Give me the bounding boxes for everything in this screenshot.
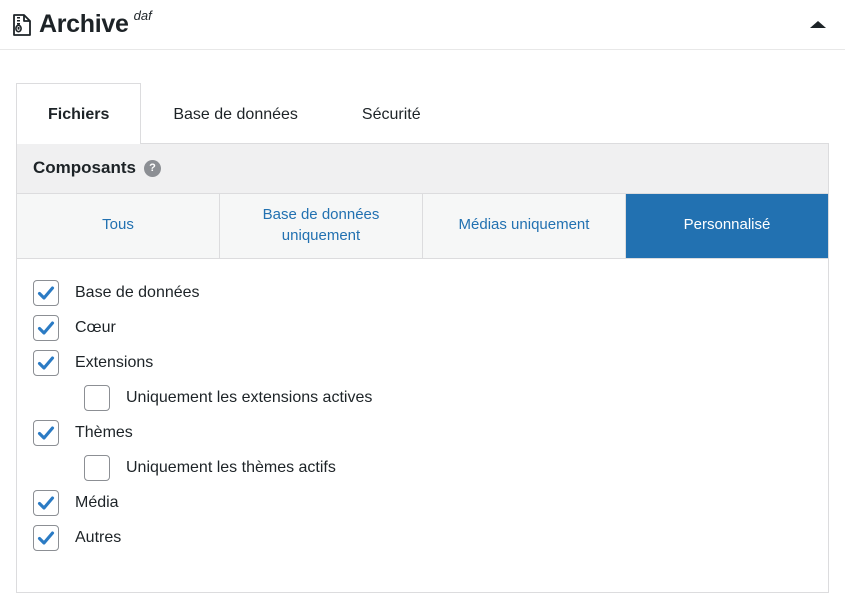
tab-bar: Fichiers Base de données Sécurité [16, 83, 829, 145]
preset-label: Personnalisé [683, 216, 771, 234]
archive-file-icon [13, 13, 31, 36]
page-title-suffix: daf [133, 8, 152, 23]
checkbox-row-extensions[interactable]: Extensions [17, 346, 828, 381]
checkbox-label: Uniquement les extensions actives [126, 389, 373, 407]
panel-body: Fichiers Base de données Sécurité Compos… [0, 50, 845, 594]
preset-button-medias-uniquement[interactable]: Médias uniquement [423, 193, 626, 258]
preset-button-personnalise[interactable]: Personnalisé [626, 193, 828, 258]
checkbox-uniquement-extensions-actives[interactable] [84, 385, 110, 412]
section-title: Composants [33, 158, 136, 178]
tab-label: Sécurité [361, 106, 421, 123]
preset-label: Tous [102, 216, 134, 234]
checkbox-coeur[interactable] [33, 315, 59, 342]
tab-securite[interactable]: Sécurité [330, 83, 453, 144]
checkbox-row-media[interactable]: Média [17, 486, 828, 521]
checkbox-label: Cœur [75, 319, 116, 337]
preset-button-base-de-donnees-uniquement[interactable]: Base de données uniquement [220, 193, 423, 258]
tab-panel-fichiers: Composants ? Tous Base de données unique… [16, 143, 829, 594]
checkbox-label: Base de données [75, 284, 200, 302]
checkbox-label: Uniquement les thèmes actifs [126, 459, 336, 477]
section-header-composants: Composants ? [17, 144, 828, 194]
tab-base-de-donnees[interactable]: Base de données [141, 83, 330, 144]
panel-header: Archive daf [0, 0, 845, 50]
checkbox-label: Thèmes [75, 424, 133, 442]
tab-label: Fichiers [48, 106, 110, 123]
checkmark-icon [37, 286, 55, 300]
checkmark-icon [37, 356, 55, 370]
checkbox-row-themes-actifs[interactable]: Uniquement les thèmes actifs [17, 451, 828, 486]
checkmark-icon [37, 496, 55, 510]
tab-label: Base de données [173, 106, 298, 123]
checkmark-icon [37, 426, 55, 440]
caret-up-icon [810, 21, 826, 28]
help-icon[interactable]: ? [143, 159, 161, 177]
preset-label: Médias uniquement [458, 216, 590, 234]
tab-fichiers[interactable]: Fichiers [16, 83, 142, 145]
preset-label: Base de données uniquement [262, 206, 380, 244]
checkbox-row-coeur[interactable]: Cœur [17, 311, 828, 346]
components-checkbox-list: Base de données Cœur Extensions Uniqueme… [17, 259, 828, 556]
checkbox-row-autres[interactable]: Autres [17, 521, 828, 556]
checkbox-row-base-de-donnees[interactable]: Base de données [17, 276, 828, 311]
checkmark-icon [37, 531, 55, 545]
checkbox-label: Autres [75, 529, 122, 547]
preset-button-tous[interactable]: Tous [17, 193, 220, 258]
checkbox-label: Média [75, 494, 119, 512]
checkbox-uniquement-themes-actifs[interactable] [84, 455, 110, 482]
checkbox-row-themes[interactable]: Thèmes [17, 416, 828, 451]
collapse-panel-button[interactable] [805, 12, 831, 38]
checkbox-media[interactable] [33, 490, 59, 517]
checkbox-themes[interactable] [33, 420, 59, 447]
checkbox-label: Extensions [75, 354, 154, 372]
checkbox-extensions[interactable] [33, 350, 59, 377]
components-preset-segmented-control: Tous Base de données uniquement Médias u… [17, 193, 828, 259]
checkbox-row-extensions-actives[interactable]: Uniquement les extensions actives [17, 381, 828, 416]
page-title: Archive [39, 10, 129, 38]
checkbox-autres[interactable] [33, 525, 59, 552]
checkmark-icon [37, 321, 55, 335]
checkbox-base-de-donnees[interactable] [33, 280, 59, 307]
